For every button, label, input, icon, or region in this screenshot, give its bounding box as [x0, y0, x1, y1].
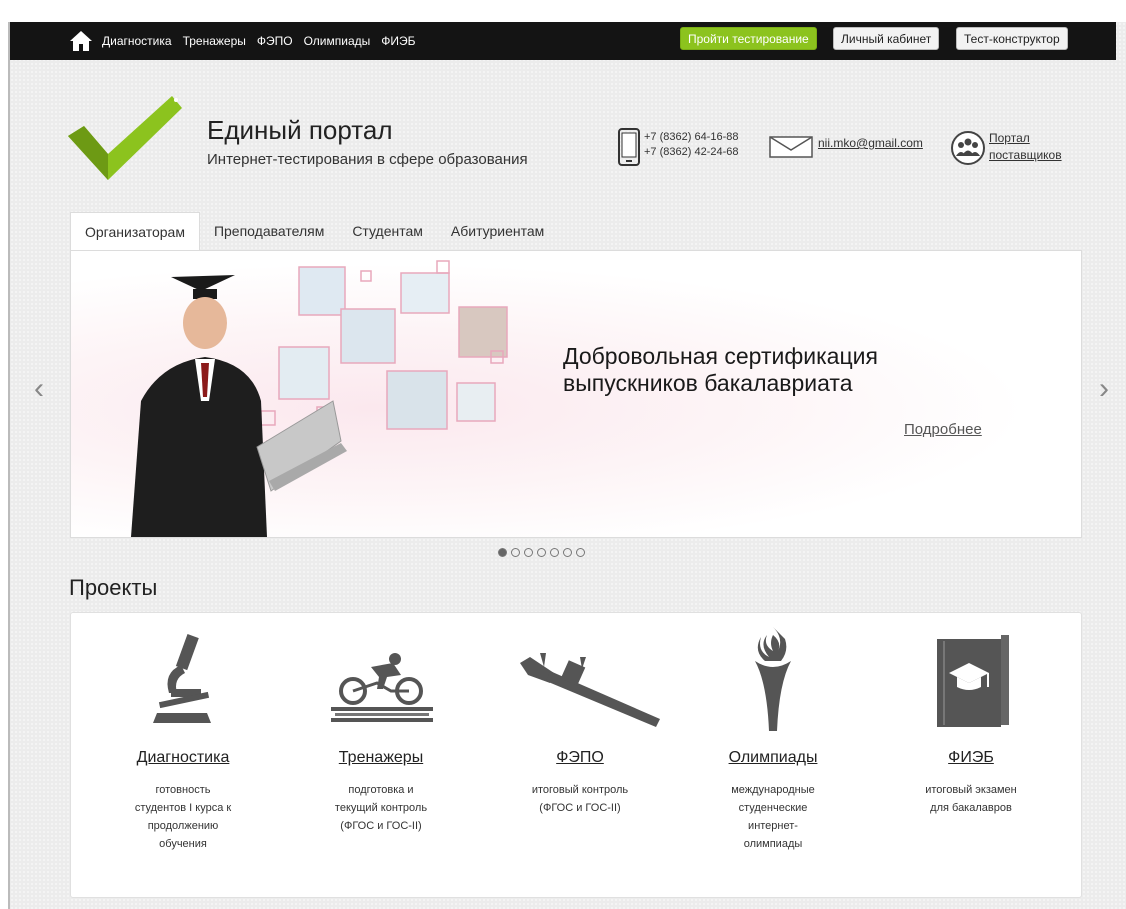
top-nav-links: Диагностика Тренажеры ФЭПО Олимпиады ФИЭ… [102, 22, 416, 60]
nav-link-diagnostika[interactable]: Диагностика [102, 34, 172, 48]
slider-next-arrow[interactable]: › [1099, 372, 1109, 406]
audience-tabs: Организаторам Преподавателям Студентам А… [70, 212, 558, 250]
desc-line: готовность [155, 784, 211, 796]
project-desc-diagnostika: готовность студентов I курса к продолжен… [83, 781, 283, 853]
project-title-olimpiady[interactable]: Олимпиады [673, 749, 873, 767]
nav-link-fepo[interactable]: ФЭПО [257, 34, 293, 48]
top-navbar: Диагностика Тренажеры ФЭПО Олимпиады ФИЭ… [10, 22, 1116, 60]
desc-line: итоговый контроль [531, 784, 629, 796]
desc-line: текущий контроль [334, 802, 428, 814]
site-subtitle: Интернет-тестирования в сфере образовани… [207, 151, 528, 168]
mail-icon [769, 136, 813, 158]
banner-headline-line2: выпускников бакалавриата [563, 370, 853, 396]
suppliers-link-line1[interactable]: Портал [989, 130, 1062, 147]
projects-heading: Проекты [69, 575, 158, 600]
nav-link-trenazhery[interactable]: Тренажеры [183, 34, 246, 48]
project-desc-fepo: итоговый контроль (ФГОС и ГОС-II) [480, 781, 680, 817]
caliper-icon[interactable] [520, 653, 660, 727]
project-title-fepo[interactable]: ФЭПО [480, 749, 680, 767]
personal-cabinet-button[interactable]: Личный кабинет [833, 27, 940, 50]
desc-line: международные [731, 784, 815, 796]
slider-pagination [498, 548, 585, 557]
nav-link-fieb[interactable]: ФИЭБ [381, 34, 415, 48]
suppliers-icon[interactable] [951, 131, 985, 165]
slider-dot[interactable] [524, 548, 533, 557]
desc-line: подготовка и [348, 784, 414, 796]
project-title-trenazhery[interactable]: Тренажеры [281, 749, 481, 767]
page: Диагностика Тренажеры ФЭПО Олимпиады ФИЭ… [10, 22, 1126, 909]
desc-line: (ФГОС и ГОС-II) [340, 820, 422, 832]
torch-icon[interactable] [749, 627, 797, 731]
cyclist-icon[interactable] [331, 653, 433, 723]
project-desc-fieb: итоговый экзамен для бакалавров [871, 781, 1071, 817]
desc-line: олимпиады [743, 838, 803, 850]
slider-dot[interactable] [576, 548, 585, 557]
slider-dot[interactable] [563, 548, 572, 557]
slider-dot[interactable] [498, 548, 507, 557]
tab-teachers[interactable]: Преподавателям [200, 212, 338, 250]
desc-line: для бакалавров [930, 802, 1012, 814]
slider-prev-arrow[interactable]: ‹ [34, 372, 44, 406]
project-desc-olimpiady: международные студенческие интернет- оли… [673, 781, 873, 853]
diploma-book-icon[interactable] [937, 635, 1009, 727]
site-title[interactable]: Единый портал [207, 115, 393, 146]
microscope-icon[interactable] [151, 633, 215, 729]
nav-link-olimpiady[interactable]: Олимпиады [304, 34, 371, 48]
project-desc-trenazhery: подготовка и текущий контроль (ФГОС и ГО… [281, 781, 481, 835]
banner-illustration [131, 260, 508, 537]
desc-line: итоговый экзамен [925, 784, 1017, 796]
phone-1: +7 (8362) 64-16-88 [644, 131, 739, 143]
take-test-button[interactable]: Пройти тестирование [680, 27, 817, 50]
tab-organizers[interactable]: Организаторам [70, 212, 200, 250]
banner-more-link[interactable]: Подробнее [904, 421, 982, 438]
project-title-fieb[interactable]: ФИЭБ [871, 749, 1071, 767]
desc-line: продолжению [147, 820, 219, 832]
banner-headline: Добровольная сертификация выпускников ба… [563, 343, 878, 397]
slider-dot[interactable] [511, 548, 520, 557]
tab-students[interactable]: Студентам [338, 212, 437, 250]
phone-icon [618, 128, 640, 166]
projects-panel: Диагностика готовность студентов I курса… [70, 612, 1082, 898]
logo-checkmark-icon[interactable] [68, 88, 188, 184]
desc-line: интернет- [748, 820, 798, 832]
slider-dot[interactable] [537, 548, 546, 557]
email-link[interactable]: nii.mko@gmail.com [818, 136, 923, 150]
desc-line: студенческие [738, 802, 808, 814]
suppliers-link-line2[interactable]: поставщиков [989, 147, 1062, 164]
slider-dot[interactable] [550, 548, 559, 557]
suppliers-portal-link[interactable]: Портал поставщиков [989, 130, 1062, 164]
project-title-diagnostika[interactable]: Диагностика [83, 749, 283, 767]
tab-applicants[interactable]: Абитуриентам [437, 212, 558, 250]
phone-2: +7 (8362) 42-24-68 [644, 146, 739, 158]
banner-headline-line1: Добровольная сертификация [563, 343, 878, 369]
desc-line: студентов I курса к [134, 802, 232, 814]
desc-line: (ФГОС и ГОС-II) [539, 802, 621, 814]
banner-slider: Добровольная сертификация выпускников ба… [70, 250, 1082, 538]
desc-line: обучения [159, 838, 207, 850]
home-icon[interactable] [70, 30, 92, 52]
phone-numbers: +7 (8362) 64-16-88 +7 (8362) 42-24-68 [644, 130, 738, 160]
test-constructor-button[interactable]: Тест-конструктор [956, 27, 1068, 50]
